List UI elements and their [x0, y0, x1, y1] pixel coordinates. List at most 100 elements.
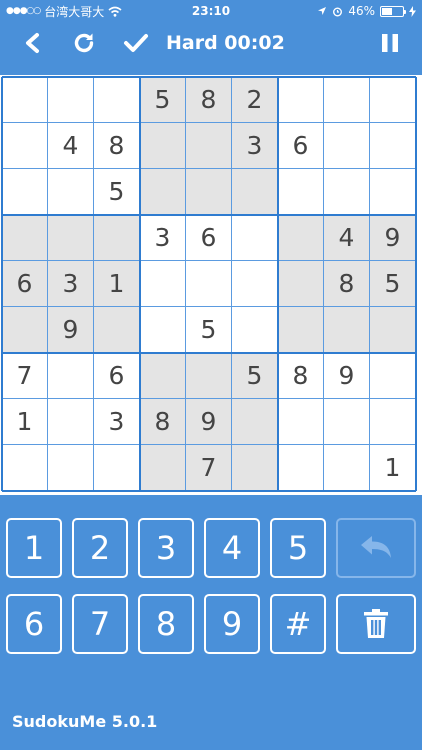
cell-r4c7[interactable] — [278, 215, 324, 261]
cell-r1c3[interactable] — [94, 77, 140, 123]
cell-r7c3[interactable]: 6 — [94, 353, 140, 399]
cell-r7c6[interactable]: 5 — [232, 353, 278, 399]
delete-button[interactable] — [336, 594, 416, 654]
cell-r3c6[interactable] — [232, 169, 278, 215]
cell-r2c6[interactable]: 3 — [232, 123, 278, 169]
cell-r4c2[interactable] — [48, 215, 94, 261]
cell-r3c4[interactable] — [140, 169, 186, 215]
cell-r2c9[interactable] — [370, 123, 416, 169]
key-6[interactable]: 6 — [6, 594, 62, 654]
wifi-icon — [108, 6, 122, 17]
key-8[interactable]: 8 — [138, 594, 194, 654]
cell-r4c6[interactable] — [232, 215, 278, 261]
key-1[interactable]: 1 — [6, 518, 62, 578]
key-2[interactable]: 2 — [72, 518, 128, 578]
cell-r1c1[interactable] — [2, 77, 48, 123]
cell-r5c2[interactable]: 3 — [48, 261, 94, 307]
cell-r7c9[interactable] — [370, 353, 416, 399]
cell-r5c4[interactable] — [140, 261, 186, 307]
cell-r5c7[interactable] — [278, 261, 324, 307]
cell-r9c9[interactable]: 1 — [370, 445, 416, 491]
cell-r6c4[interactable] — [140, 307, 186, 353]
cell-r1c4[interactable]: 5 — [140, 77, 186, 123]
key-7[interactable]: 7 — [72, 594, 128, 654]
cell-r8c7[interactable] — [278, 399, 324, 445]
cell-r8c9[interactable] — [370, 399, 416, 445]
cell-r9c5[interactable]: 7 — [186, 445, 232, 491]
cell-r9c2[interactable] — [48, 445, 94, 491]
cell-r7c2[interactable] — [48, 353, 94, 399]
cell-r6c9[interactable] — [370, 307, 416, 353]
cell-r2c3[interactable]: 8 — [94, 123, 140, 169]
cell-r8c3[interactable]: 3 — [94, 399, 140, 445]
cell-r3c8[interactable] — [324, 169, 370, 215]
cell-r7c5[interactable] — [186, 353, 232, 399]
app-version: SudokuMe 5.0.1 — [12, 712, 158, 731]
cell-r5c8[interactable]: 8 — [324, 261, 370, 307]
cell-r3c5[interactable] — [186, 169, 232, 215]
cell-r6c8[interactable] — [324, 307, 370, 353]
cell-r1c6[interactable]: 2 — [232, 77, 278, 123]
cell-r9c3[interactable] — [94, 445, 140, 491]
cell-r4c4[interactable]: 3 — [140, 215, 186, 261]
cell-r2c4[interactable] — [140, 123, 186, 169]
undo-button[interactable] — [336, 518, 416, 578]
cell-r1c7[interactable] — [278, 77, 324, 123]
cell-r8c8[interactable] — [324, 399, 370, 445]
check-button[interactable] — [118, 26, 154, 60]
cell-r1c9[interactable] — [370, 77, 416, 123]
back-button[interactable] — [14, 26, 50, 60]
key-5[interactable]: 5 — [270, 518, 326, 578]
cell-r6c1[interactable] — [2, 307, 48, 353]
cell-r9c8[interactable] — [324, 445, 370, 491]
cell-r6c2[interactable]: 9 — [48, 307, 94, 353]
cell-r2c1[interactable] — [2, 123, 48, 169]
cell-r3c1[interactable] — [2, 169, 48, 215]
cell-r2c2[interactable]: 4 — [48, 123, 94, 169]
cell-r6c6[interactable] — [232, 307, 278, 353]
cell-r4c5[interactable]: 6 — [186, 215, 232, 261]
cell-r1c8[interactable] — [324, 77, 370, 123]
notes-hash-button[interactable]: # — [270, 594, 326, 654]
key-4[interactable]: 4 — [204, 518, 260, 578]
cell-r8c4[interactable]: 8 — [140, 399, 186, 445]
cell-r7c7[interactable]: 8 — [278, 353, 324, 399]
cell-r1c2[interactable] — [48, 77, 94, 123]
cell-r7c4[interactable] — [140, 353, 186, 399]
cell-r6c7[interactable] — [278, 307, 324, 353]
cell-r8c6[interactable] — [232, 399, 278, 445]
carrier-label: 台湾大哥大 — [44, 4, 105, 19]
cell-r4c1[interactable] — [2, 215, 48, 261]
cell-r3c2[interactable] — [48, 169, 94, 215]
cell-r2c5[interactable] — [186, 123, 232, 169]
key-9[interactable]: 9 — [204, 594, 260, 654]
cell-r4c8[interactable]: 4 — [324, 215, 370, 261]
cell-r9c1[interactable] — [2, 445, 48, 491]
cell-r8c2[interactable] — [48, 399, 94, 445]
cell-r5c1[interactable]: 6 — [2, 261, 48, 307]
key-3[interactable]: 3 — [138, 518, 194, 578]
cell-r4c3[interactable] — [94, 215, 140, 261]
cell-r3c7[interactable] — [278, 169, 324, 215]
cell-r9c4[interactable] — [140, 445, 186, 491]
cell-r5c5[interactable] — [186, 261, 232, 307]
reset-button[interactable] — [66, 26, 102, 60]
cell-r3c9[interactable] — [370, 169, 416, 215]
cell-r2c8[interactable] — [324, 123, 370, 169]
cell-r8c5[interactable]: 9 — [186, 399, 232, 445]
cell-r9c7[interactable] — [278, 445, 324, 491]
cell-r6c5[interactable]: 5 — [186, 307, 232, 353]
cell-r8c1[interactable]: 1 — [2, 399, 48, 445]
cell-r5c9[interactable]: 5 — [370, 261, 416, 307]
cell-r6c3[interactable] — [94, 307, 140, 353]
cell-r3c3[interactable]: 5 — [94, 169, 140, 215]
cell-r4c9[interactable]: 9 — [370, 215, 416, 261]
cell-r2c7[interactable]: 6 — [278, 123, 324, 169]
cell-r7c1[interactable]: 7 — [2, 353, 48, 399]
pause-button[interactable] — [372, 26, 408, 60]
cell-r5c6[interactable] — [232, 261, 278, 307]
cell-r9c6[interactable] — [232, 445, 278, 491]
cell-r1c5[interactable]: 8 — [186, 77, 232, 123]
cell-r5c3[interactable]: 1 — [94, 261, 140, 307]
cell-r7c8[interactable]: 9 — [324, 353, 370, 399]
